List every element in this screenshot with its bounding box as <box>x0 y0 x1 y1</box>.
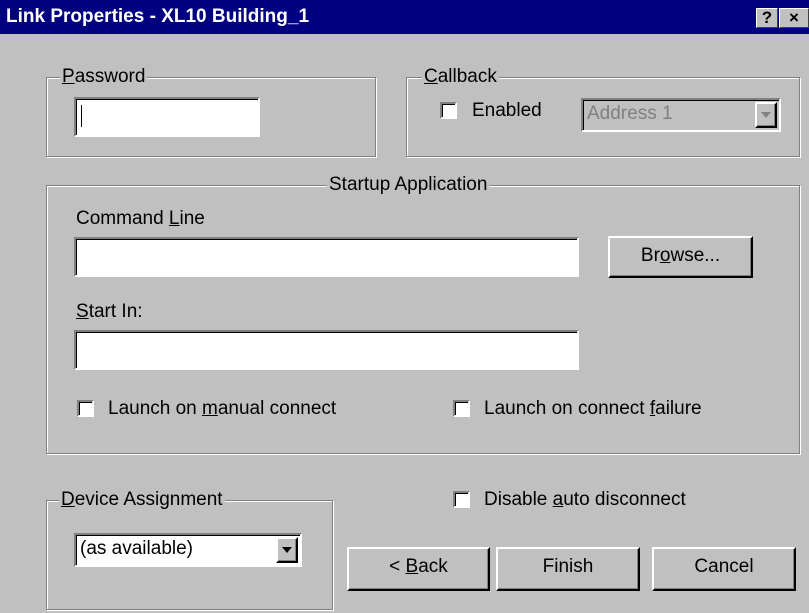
password-group-label: Password <box>60 66 148 88</box>
disable-auto-disconnect-checkbox[interactable] <box>453 491 470 508</box>
finish-button[interactable]: Finish <box>496 547 640 591</box>
browse-button[interactable]: Browse... <box>608 236 753 278</box>
start-in-label: Start In: <box>76 301 143 322</box>
callback-address-dropdown-button[interactable] <box>755 102 777 128</box>
password-input[interactable] <box>74 97 260 137</box>
callback-address-select[interactable]: Address 1 <box>581 98 781 132</box>
launch-failure-label: Launch on connect failure <box>484 398 702 419</box>
callback-group-label: Callback <box>422 66 499 88</box>
text-caret <box>81 105 82 127</box>
disable-auto-disconnect-label: Disable auto disconnect <box>484 489 686 510</box>
link-properties-dialog: Link Properties - XL10 Building_1 ? × Pa… <box>0 0 809 613</box>
launch-failure-checkbox[interactable] <box>453 400 470 417</box>
device-assignment-group-label: Device Assignment <box>59 489 225 511</box>
launch-manual-label: Launch on manual connect <box>108 398 337 419</box>
help-button[interactable]: ? <box>756 8 778 28</box>
chevron-down-icon <box>761 112 771 118</box>
cancel-button[interactable]: Cancel <box>652 547 796 591</box>
startup-application-group-label: Startup Application <box>327 174 490 196</box>
launch-manual-checkbox[interactable] <box>77 400 94 417</box>
callback-enabled-checkbox[interactable] <box>440 102 457 119</box>
chevron-down-icon <box>282 547 292 553</box>
start-in-input[interactable] <box>74 330 579 370</box>
command-line-input[interactable] <box>74 237 579 277</box>
callback-enabled-label: Enabled <box>472 100 542 121</box>
device-assignment-select[interactable]: (as available) <box>74 533 302 567</box>
title-bar[interactable]: Link Properties - XL10 Building_1 ? × <box>0 0 809 34</box>
command-line-label: Command Line <box>76 208 205 229</box>
window-title: Link Properties - XL10 Building_1 <box>6 6 310 27</box>
device-assignment-dropdown-button[interactable] <box>276 537 298 563</box>
back-button[interactable]: < Back <box>347 547 490 591</box>
close-button[interactable]: × <box>779 8 809 28</box>
